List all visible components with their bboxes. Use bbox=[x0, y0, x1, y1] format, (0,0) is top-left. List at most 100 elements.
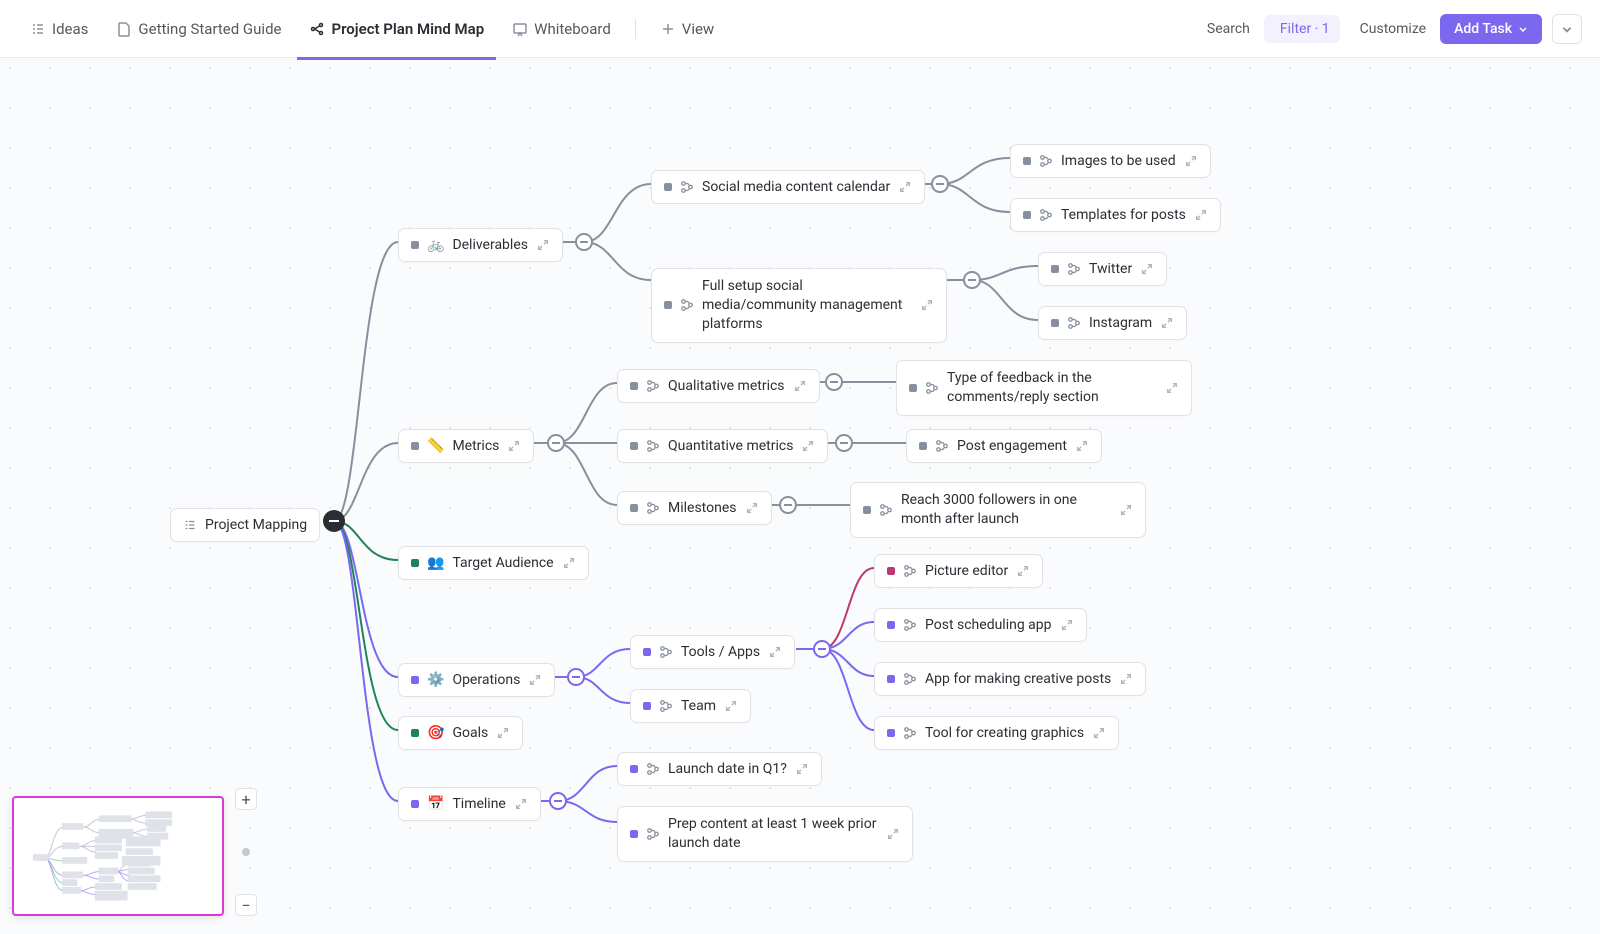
expand-icon[interactable] bbox=[768, 645, 782, 659]
tab-label: View bbox=[682, 20, 714, 38]
expand-icon[interactable] bbox=[496, 726, 510, 740]
node-feedback[interactable]: Type of feedback in the comments/reply s… bbox=[896, 360, 1192, 416]
expand-icon[interactable] bbox=[724, 699, 738, 713]
node-quant[interactable]: Quantitative metrics bbox=[617, 429, 828, 463]
expand-icon[interactable] bbox=[795, 762, 809, 776]
node-graphics[interactable]: Tool for creating graphics bbox=[874, 716, 1119, 750]
node-label: Launch date in Q1? bbox=[668, 761, 787, 777]
node-label: Full setup social media/community manage… bbox=[702, 277, 912, 334]
subtask-icon bbox=[646, 501, 660, 515]
collapse-toggle[interactable] bbox=[825, 373, 843, 391]
top-toolbar: Ideas Getting Started Guide Project Plan… bbox=[0, 0, 1600, 58]
node-label: App for making creative posts bbox=[925, 671, 1111, 687]
node-label: Team bbox=[681, 698, 716, 714]
tab-mindmap[interactable]: Project Plan Mind Map bbox=[297, 12, 496, 46]
node-tools[interactable]: Tools / Apps bbox=[630, 635, 795, 669]
tab-ideas[interactable]: Ideas bbox=[18, 12, 100, 46]
tab-getting-started[interactable]: Getting Started Guide bbox=[104, 12, 293, 46]
expand-icon[interactable] bbox=[514, 797, 528, 811]
expand-icon[interactable] bbox=[1119, 672, 1133, 686]
node-images[interactable]: Images to be used bbox=[1010, 144, 1211, 178]
node-templates[interactable]: Templates for posts bbox=[1010, 198, 1221, 232]
status-square bbox=[411, 442, 419, 450]
expand-icon[interactable] bbox=[1016, 564, 1030, 578]
expand-icon[interactable] bbox=[745, 501, 759, 515]
mindmap-canvas[interactable]: Project Mapping 🚲 Deliverables Social media… bbox=[0, 58, 1600, 934]
node-root[interactable]: Project Mapping bbox=[170, 508, 320, 542]
status-square bbox=[919, 442, 927, 450]
node-creative[interactable]: App for making creative posts bbox=[874, 662, 1146, 696]
node-label: Social media content calendar bbox=[702, 179, 890, 195]
collapse-toggle[interactable] bbox=[547, 434, 565, 452]
tab-whiteboard[interactable]: Whiteboard bbox=[500, 12, 623, 46]
node-timeline[interactable]: 📅Timeline bbox=[398, 787, 541, 821]
subtask-icon bbox=[659, 699, 673, 713]
expand-icon[interactable] bbox=[793, 379, 807, 393]
status-square bbox=[630, 830, 638, 838]
node-team[interactable]: Team bbox=[630, 689, 751, 723]
expand-icon[interactable] bbox=[886, 827, 900, 841]
node-engage[interactable]: Post engagement bbox=[906, 429, 1102, 463]
node-miles[interactable]: Milestones bbox=[617, 491, 772, 525]
filter-button[interactable]: Filter · 1 bbox=[1264, 15, 1340, 43]
expand-icon[interactable] bbox=[536, 238, 550, 252]
add-task-button[interactable]: Add Task bbox=[1440, 14, 1542, 44]
expand-icon[interactable] bbox=[1165, 381, 1179, 395]
expand-icon[interactable] bbox=[1160, 316, 1174, 330]
node-prep[interactable]: Prep content at least 1 week prior launc… bbox=[617, 806, 913, 862]
node-piced[interactable]: Picture editor bbox=[874, 554, 1043, 588]
node-sched[interactable]: Post scheduling app bbox=[874, 608, 1087, 642]
collapse-toggle[interactable] bbox=[779, 496, 797, 514]
customize-button[interactable]: Customize bbox=[1344, 15, 1436, 43]
node-label: Goals bbox=[452, 725, 488, 741]
node-reach[interactable]: Reach 3000 followers in one month after … bbox=[850, 482, 1146, 538]
status-square bbox=[1023, 157, 1031, 165]
collapse-toggle[interactable] bbox=[323, 510, 345, 532]
expand-icon[interactable] bbox=[507, 439, 521, 453]
expand-icon[interactable] bbox=[920, 298, 934, 312]
minimap[interactable] bbox=[12, 796, 224, 916]
collapse-toggle[interactable] bbox=[575, 233, 593, 251]
zoom-in-button[interactable]: + bbox=[235, 788, 257, 810]
node-launch[interactable]: Launch date in Q1? bbox=[617, 752, 822, 786]
expand-icon[interactable] bbox=[1092, 726, 1106, 740]
expand-icon[interactable] bbox=[1184, 154, 1198, 168]
subtask-icon bbox=[1039, 154, 1053, 168]
collapse-toggle[interactable] bbox=[931, 175, 949, 193]
expand-icon[interactable] bbox=[1194, 208, 1208, 222]
node-qual[interactable]: Qualitative metrics bbox=[617, 369, 820, 403]
node-deliv[interactable]: 🚲 Deliverables bbox=[398, 228, 563, 262]
node-goals[interactable]: 🎯Goals bbox=[398, 716, 523, 750]
node-metrics[interactable]: 📏Metrics bbox=[398, 429, 534, 463]
node-label: Type of feedback in the comments/reply s… bbox=[947, 369, 1157, 407]
node-audience[interactable]: 👥Target Audience bbox=[398, 546, 589, 580]
more-button[interactable] bbox=[1552, 14, 1582, 44]
node-smcc[interactable]: Social media content calendar bbox=[651, 170, 925, 204]
zoom-indicator[interactable] bbox=[242, 848, 250, 856]
node-fullsetup[interactable]: Full setup social media/community manage… bbox=[651, 268, 947, 343]
status-square bbox=[630, 765, 638, 773]
node-emoji: 🚲 bbox=[427, 237, 444, 253]
tab-label: Getting Started Guide bbox=[138, 20, 281, 38]
add-view-button[interactable]: View bbox=[648, 12, 726, 46]
search-button[interactable]: Search bbox=[1191, 15, 1260, 43]
expand-icon[interactable] bbox=[1075, 439, 1089, 453]
collapse-toggle[interactable] bbox=[963, 271, 981, 289]
expand-icon[interactable] bbox=[562, 556, 576, 570]
node-label: Deliverables bbox=[452, 237, 528, 253]
expand-icon[interactable] bbox=[528, 673, 542, 687]
expand-icon[interactable] bbox=[1060, 618, 1074, 632]
node-ops[interactable]: ⚙️Operations bbox=[398, 663, 555, 697]
expand-icon[interactable] bbox=[1119, 503, 1133, 517]
collapse-toggle[interactable] bbox=[835, 434, 853, 452]
expand-icon[interactable] bbox=[801, 439, 815, 453]
collapse-toggle[interactable] bbox=[549, 792, 567, 810]
status-square bbox=[1051, 265, 1059, 273]
node-twitter[interactable]: Twitter bbox=[1038, 252, 1167, 286]
node-instagram[interactable]: Instagram bbox=[1038, 306, 1187, 340]
collapse-toggle[interactable] bbox=[813, 640, 831, 658]
expand-icon[interactable] bbox=[898, 180, 912, 194]
zoom-out-button[interactable]: − bbox=[235, 894, 257, 916]
collapse-toggle[interactable] bbox=[567, 668, 585, 686]
expand-icon[interactable] bbox=[1140, 262, 1154, 276]
